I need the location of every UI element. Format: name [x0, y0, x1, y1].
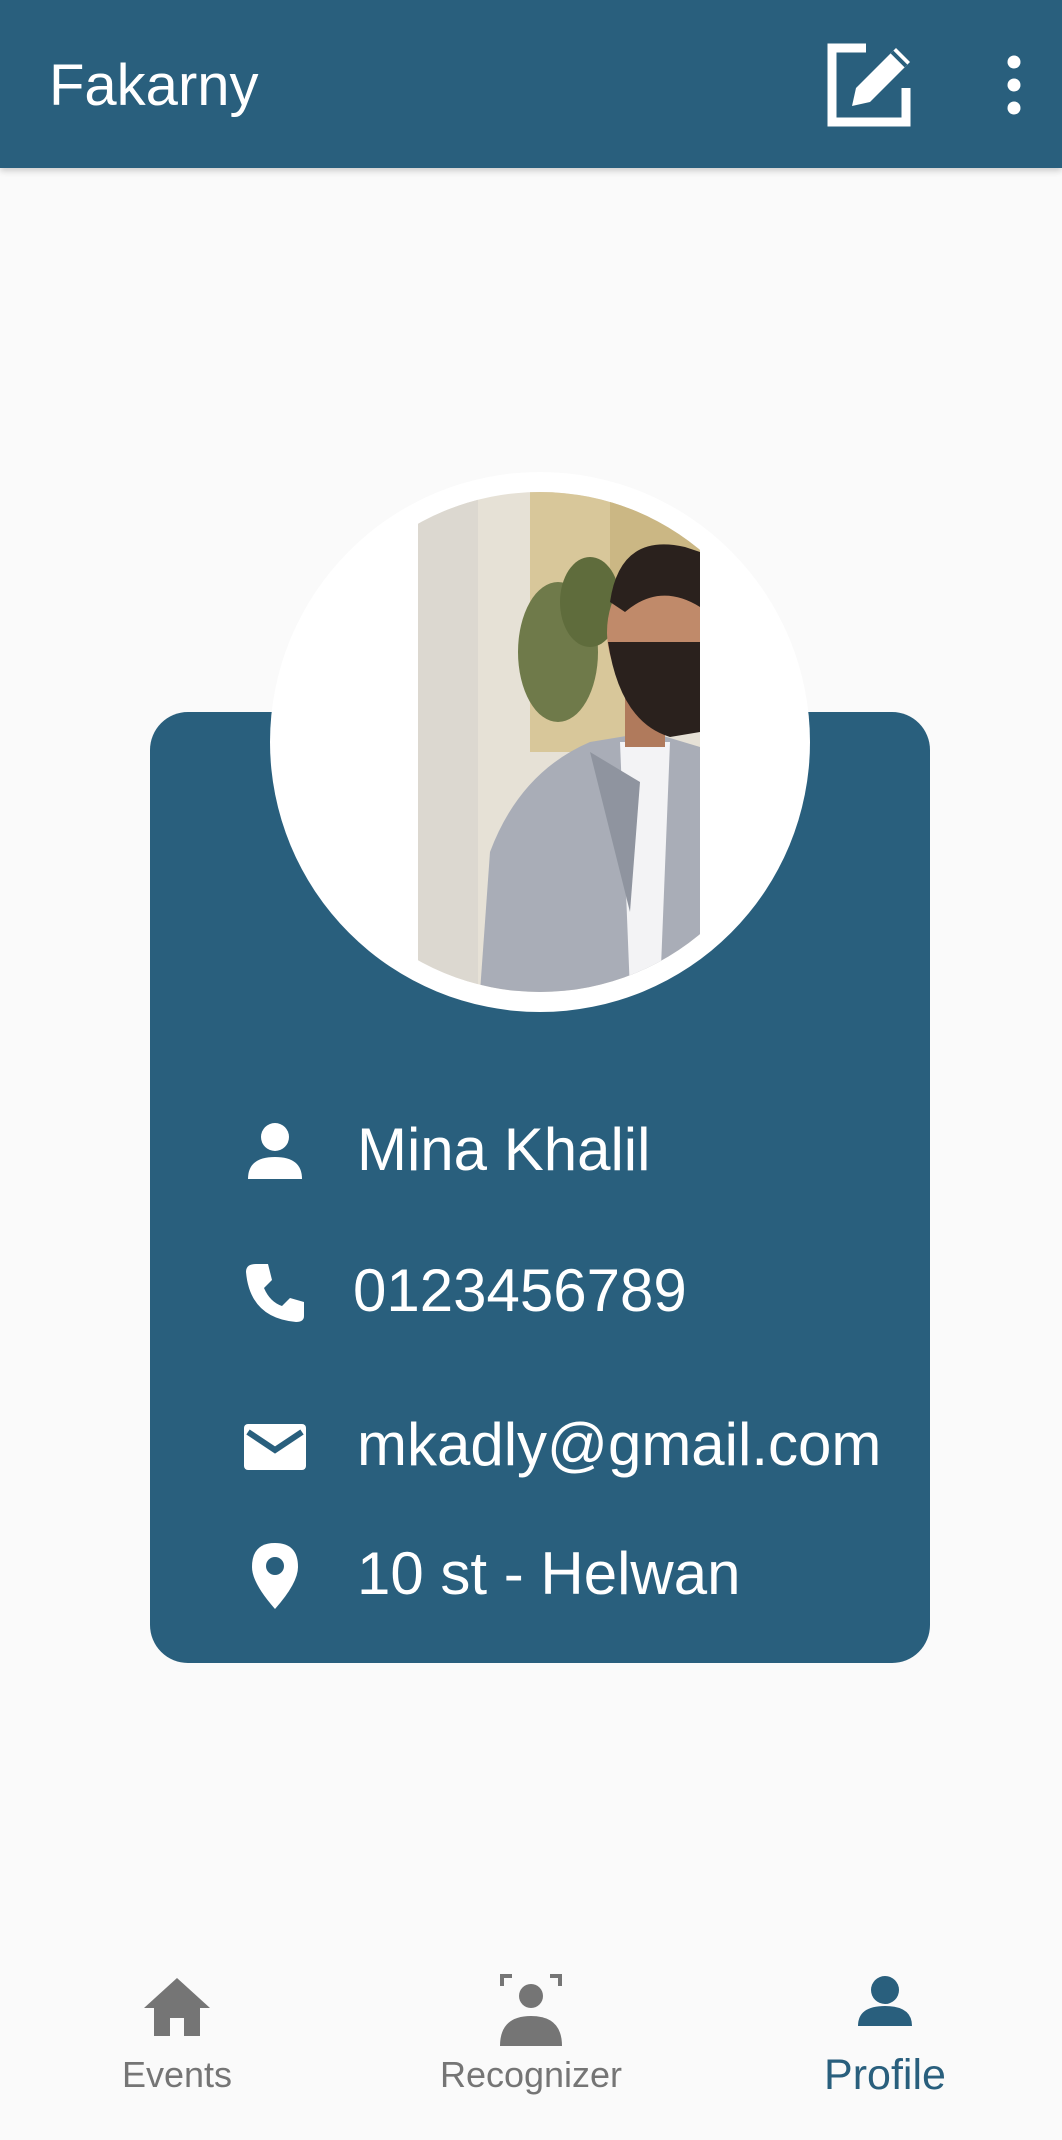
- edit-profile-button[interactable]: [822, 36, 918, 132]
- profile-phone: 0123456789: [353, 1257, 687, 1324]
- person-icon: [248, 1123, 302, 1179]
- profile-email: mkadly@gmail.com: [357, 1411, 882, 1478]
- person-icon: [858, 1976, 912, 2026]
- phone-row: 0123456789: [240, 1246, 920, 1336]
- avatar-frame: [270, 472, 810, 1012]
- more-vert-icon: [1007, 55, 1021, 115]
- location-pin-icon: [252, 1543, 298, 1609]
- app-bar: Fakarny: [0, 0, 1062, 168]
- nav-item-profile[interactable]: Profile: [708, 1940, 1062, 2140]
- email-row: mkadly@gmail.com: [240, 1400, 920, 1490]
- edit-square-icon: [827, 43, 911, 127]
- face-recognizer-icon: [500, 1974, 562, 2046]
- avatar: [290, 492, 790, 992]
- email-icon: [244, 1424, 306, 1470]
- profile-address: 10 st - Helwan: [357, 1540, 741, 1607]
- app-title: Fakarny: [49, 53, 259, 118]
- address-row: 10 st - Helwan: [240, 1529, 920, 1619]
- name-row: Mina Khalil: [240, 1105, 920, 1195]
- bottom-navigation: Events Recognizer Profile: [0, 1940, 1062, 2140]
- nav-label-recognizer: Recognizer: [439, 2054, 623, 2095]
- more-options-button[interactable]: [994, 50, 1034, 120]
- nav-label-events: Events: [121, 2054, 233, 2095]
- avatar-photo: [290, 492, 790, 992]
- nav-label-profile: Profile: [824, 2051, 946, 2099]
- phone-icon: [246, 1264, 304, 1322]
- nav-item-events[interactable]: Events: [0, 1940, 354, 2140]
- profile-name: Mina Khalil: [357, 1116, 651, 1183]
- nav-item-recognizer[interactable]: Recognizer: [354, 1940, 708, 2140]
- home-icon: [144, 1978, 210, 2036]
